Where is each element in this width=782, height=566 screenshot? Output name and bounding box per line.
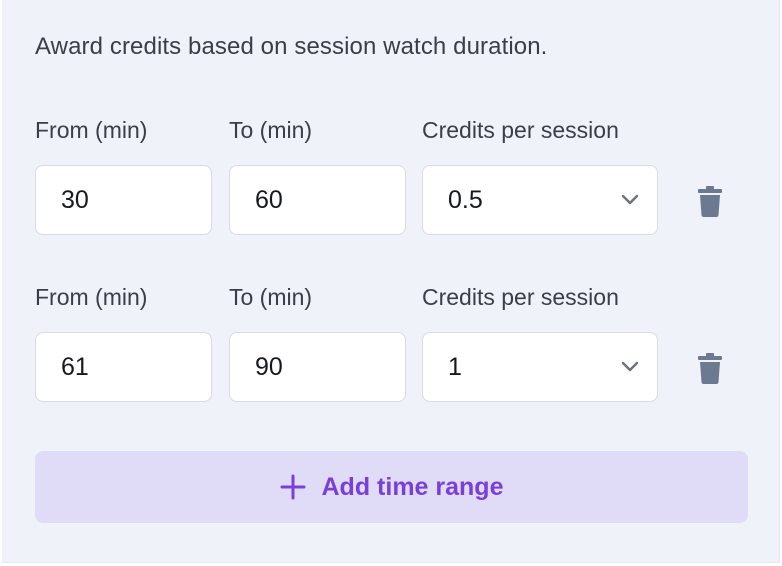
credits-value: 1	[448, 352, 462, 381]
to-input[interactable]: 60	[229, 165, 406, 235]
to-label: To (min)	[229, 284, 313, 310]
credits-select[interactable]: 1	[422, 332, 658, 402]
from-value: 30	[61, 185, 89, 214]
time-range-row: From (min) To (min) Credits per session …	[35, 284, 735, 408]
credits-label: Credits per session	[422, 117, 619, 143]
to-label: To (min)	[229, 117, 313, 143]
credit-rules-panel: Award credits based on session watch dur…	[2, 0, 780, 563]
time-range-row: From (min) To (min) Credits per session …	[35, 117, 735, 241]
credits-value: 0.5	[448, 185, 483, 214]
credits-label: Credits per session	[422, 284, 619, 310]
chevron-down-icon	[619, 189, 641, 211]
chevron-down-icon	[619, 356, 641, 378]
to-input[interactable]: 90	[229, 332, 406, 402]
from-label: From (min)	[35, 117, 148, 143]
trash-icon[interactable]	[697, 352, 723, 384]
to-value: 60	[255, 185, 283, 214]
from-label: From (min)	[35, 284, 148, 310]
plus-icon	[280, 474, 306, 500]
add-time-range-label: Add time range	[321, 472, 504, 501]
add-time-range-button[interactable]: Add time range	[35, 451, 748, 523]
from-input[interactable]: 30	[35, 165, 212, 235]
trash-icon[interactable]	[697, 185, 723, 217]
to-value: 90	[255, 352, 283, 381]
from-input[interactable]: 61	[35, 332, 212, 402]
credits-select[interactable]: 0.5	[422, 165, 658, 235]
panel-description: Award credits based on session watch dur…	[35, 33, 548, 60]
from-value: 61	[61, 352, 89, 381]
